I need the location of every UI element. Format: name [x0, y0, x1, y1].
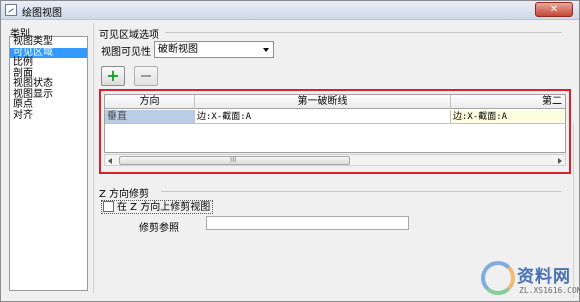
scroll-grip-icon: III	[230, 156, 237, 164]
drawing-view-app-icon	[5, 4, 17, 16]
scroll-thumb[interactable]: III	[119, 156, 350, 165]
watermark-logo-icon	[481, 261, 515, 295]
trim-reference-label: 修剪参照	[139, 223, 179, 234]
view-visibility-label: 视图可见性	[101, 47, 151, 58]
table-cell-direction[interactable]: 垂直	[105, 110, 195, 124]
remove-break-button[interactable]	[134, 66, 158, 86]
z-trim-checkbox[interactable]: 在 Z 方向上修剪视图	[101, 200, 214, 214]
watermark: 资料网 ZL.XS1616.COM	[479, 259, 580, 301]
z-trim-checkbox-box[interactable]	[103, 201, 114, 212]
category-item-view-type[interactable]: 视图类型	[10, 36, 87, 48]
table-cell-first-break-line[interactable]: 边:X-截面:A	[195, 110, 451, 124]
view-visibility-value: 破断视图	[158, 44, 198, 55]
add-icon: +	[106, 66, 120, 85]
title-bar[interactable]: 绘图视图 ✕	[1, 1, 579, 20]
break-table[interactable]: 方向 第一破断线 第二 垂直 边:X-截面:A 边:X-截面:A	[104, 94, 566, 153]
dropdown-arrow-icon	[263, 48, 269, 52]
panel-divider	[93, 23, 94, 293]
category-item-origin[interactable]: 原点	[10, 99, 87, 111]
table-cell-second-break-line[interactable]: 边:X-截面:A	[451, 110, 565, 124]
watermark-title: 资料网	[517, 267, 571, 287]
z-group-separator	[161, 191, 561, 192]
column-header-second-break-line[interactable]: 第二	[451, 95, 565, 109]
add-break-button[interactable]: +	[101, 66, 125, 86]
category-item-view-state[interactable]: 视图状态	[10, 78, 87, 90]
scroll-left-icon[interactable]	[108, 158, 112, 164]
view-visibility-dropdown[interactable]: 破断视图	[154, 41, 274, 58]
column-header-direction[interactable]: 方向	[105, 95, 195, 109]
break-table-highlight: 方向 第一破断线 第二 垂直 边:X-截面:A 边:X-截面:A III	[99, 89, 571, 174]
z-trim-group-label: Z 方向修剪	[99, 189, 150, 200]
drawing-view-dialog: 绘图视图 ✕ 类别 视图类型 可见区域 比例 剖面 视图状态 视图显示 原点 对…	[0, 0, 580, 302]
visible-area-group-label: 可见区域选项	[99, 30, 159, 41]
z-trim-checkbox-label: 在 Z 方向上修剪视图	[117, 202, 211, 213]
close-button[interactable]: ✕	[535, 2, 573, 17]
category-item-alignment[interactable]: 对齐	[10, 110, 87, 122]
watermark-url: ZL.XS1616.COM	[519, 286, 580, 295]
trim-reference-input[interactable]	[206, 216, 409, 230]
window-title: 绘图视图	[22, 8, 62, 19]
group-separator	[165, 32, 562, 33]
close-icon: ✕	[549, 4, 559, 15]
scroll-right-icon[interactable]	[558, 158, 562, 164]
horizontal-scrollbar[interactable]: III	[104, 154, 566, 166]
category-item-scale[interactable]: 比例	[10, 57, 87, 69]
category-list[interactable]: 视图类型 可见区域 比例 剖面 视图状态 视图显示 原点 对齐	[9, 36, 88, 291]
column-header-first-break-line[interactable]: 第一破断线	[195, 95, 451, 109]
